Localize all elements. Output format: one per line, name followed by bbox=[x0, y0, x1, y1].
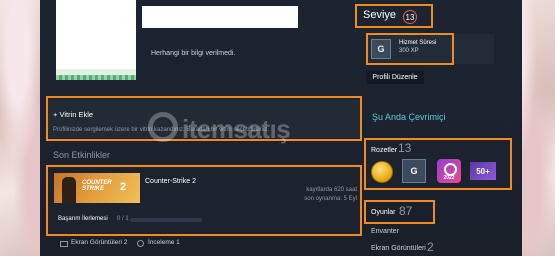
avatar[interactable] bbox=[56, 0, 136, 80]
highlight-level bbox=[355, 4, 433, 28]
highlight-games bbox=[364, 200, 435, 224]
profile-name-box bbox=[142, 6, 298, 28]
inventory-link[interactable]: Envanter bbox=[371, 228, 399, 235]
sidebar-screenshots-link[interactable]: Ekran Görüntüleri bbox=[371, 245, 426, 252]
online-status: Şu Anda Çevrimiçi bbox=[372, 112, 446, 122]
profile-summary-text: Herhangi bir bilgi verilmedi. bbox=[151, 50, 236, 57]
screenshot-icon bbox=[60, 241, 68, 247]
highlight-recent-game bbox=[46, 165, 362, 236]
review-icon bbox=[137, 240, 144, 247]
reviews-link[interactable]: İnceleme 1 bbox=[148, 239, 180, 246]
screenshots-link[interactable]: Ekran Görüntüleri 2 bbox=[71, 239, 127, 246]
recent-activity-title: Son Etkinlikler bbox=[53, 150, 111, 160]
highlight-showcase bbox=[46, 96, 362, 141]
edit-profile-button[interactable]: Profili Düzenle bbox=[366, 70, 424, 84]
sidebar-screenshots-count: 2 bbox=[427, 240, 434, 254]
highlight-badges bbox=[364, 138, 512, 190]
highlight-xp bbox=[366, 33, 454, 65]
